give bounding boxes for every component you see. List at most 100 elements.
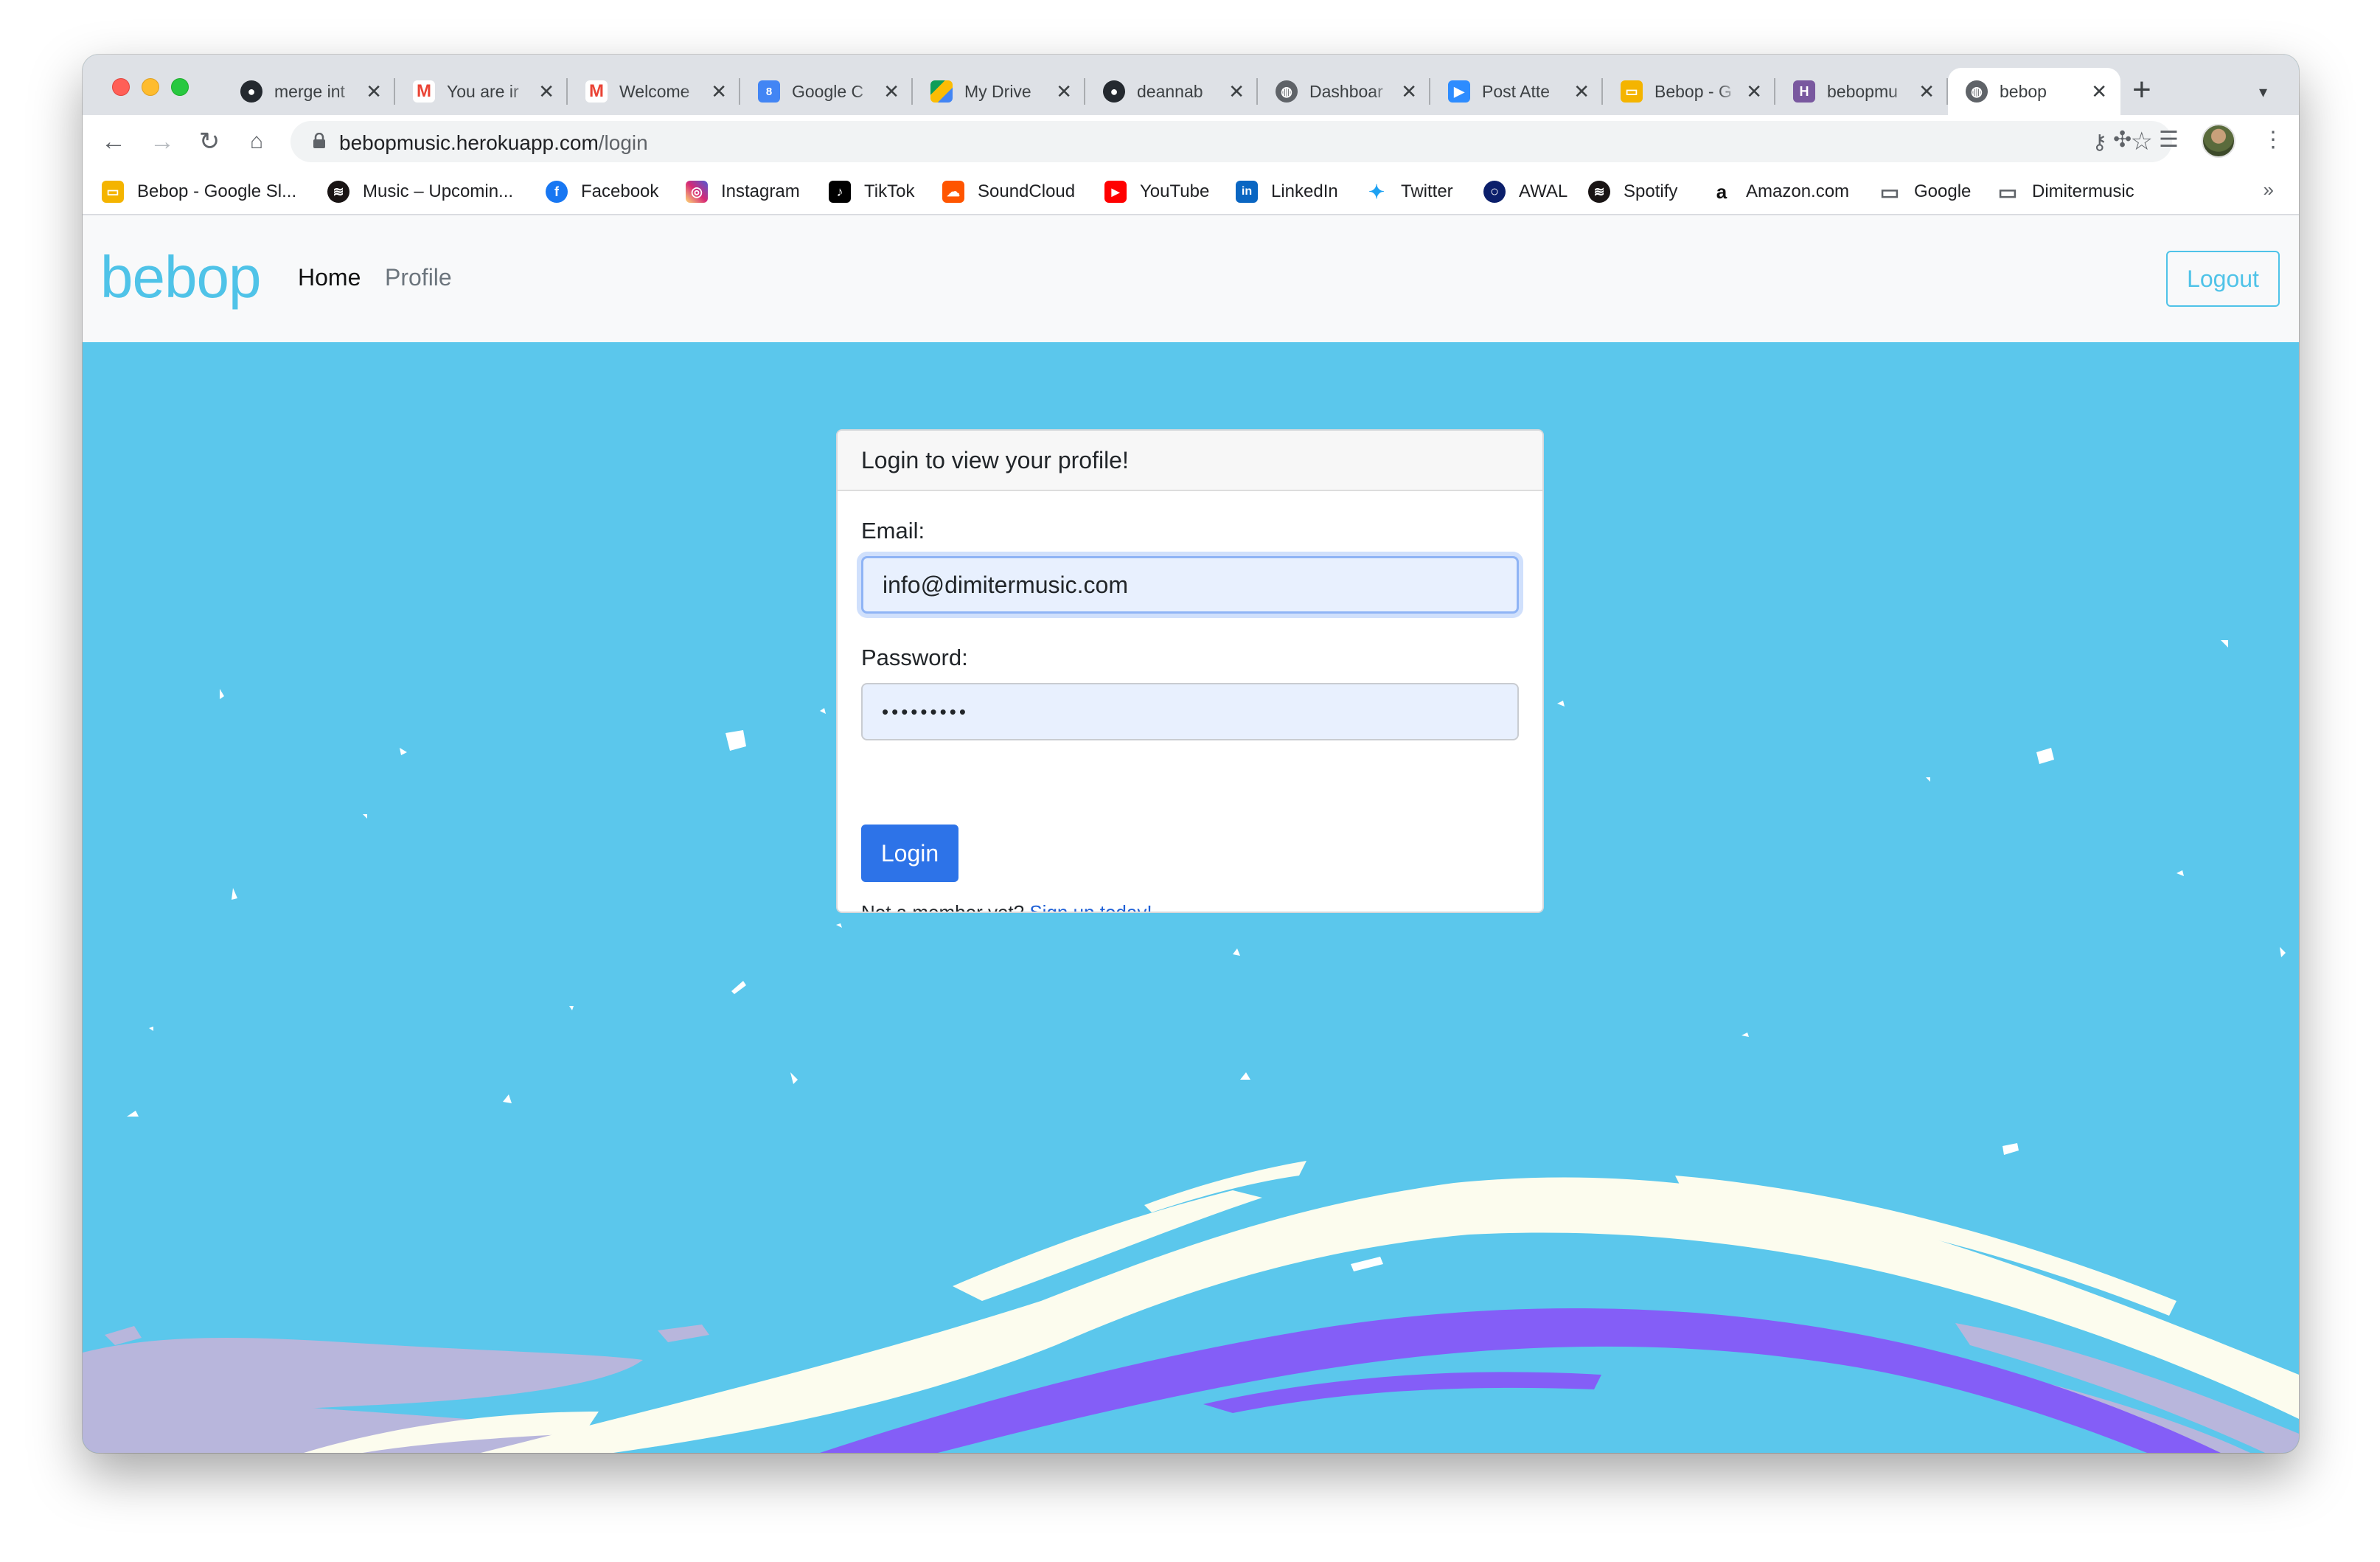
- reload-icon[interactable]: ↻: [193, 125, 226, 158]
- gmail-icon: M: [585, 80, 608, 103]
- tab-close-icon[interactable]: ✕: [1228, 82, 1245, 101]
- browser-toolbar: ← → ↻ ⌂ bebopmusic.herokuapp.com/login ⚷…: [83, 115, 2299, 168]
- maximize-window-button[interactable]: [171, 78, 189, 96]
- bookmark-label: Spotify: [1624, 181, 1678, 201]
- bookmarks-bar: ▭ Bebop - Google Sl... ≋ Music – Upcomin…: [83, 168, 2299, 215]
- bookmark-star-icon[interactable]: ☆: [2131, 127, 2153, 156]
- home-icon[interactable]: ⌂: [240, 125, 273, 158]
- browser-tab[interactable]: ▭ Bebop - G ✕: [1603, 68, 1775, 115]
- signup-prompt-text: Not a member yet?: [861, 901, 1025, 913]
- email-field[interactable]: [861, 556, 1519, 614]
- back-arrow-icon[interactable]: ←: [97, 125, 130, 158]
- tab-close-icon[interactable]: ✕: [366, 82, 382, 101]
- site-navbar: bebop Home Profile Logout: [83, 215, 2299, 342]
- browser-tab[interactable]: 8 Google C ✕: [740, 68, 913, 115]
- folder-icon: ▭: [1879, 180, 1900, 204]
- bookmark-item[interactable]: ≋ Spotify: [1588, 178, 1677, 205]
- tab-close-icon[interactable]: ✕: [1746, 82, 1762, 101]
- facebook-icon: f: [546, 181, 568, 203]
- password-field[interactable]: [861, 683, 1519, 740]
- site-logo[interactable]: bebop: [100, 248, 261, 307]
- url-domain: bebopmusic.herokuapp.com: [339, 131, 599, 154]
- bookmark-item[interactable]: f Facebook: [546, 178, 658, 205]
- bookmark-item[interactable]: ▭ Google: [1879, 178, 1972, 205]
- tab-strip: ● merge int ✕ M You are ir ✕ M Welcome ✕…: [83, 55, 2299, 115]
- bookmark-item[interactable]: ○ AWAL: [1483, 178, 1567, 205]
- browser-tab[interactable]: ▶ Post Atte ✕: [1430, 68, 1603, 115]
- url-text: bebopmusic.herokuapp.com/login: [339, 131, 648, 155]
- gmail-icon: M: [413, 80, 435, 103]
- nav-home-link[interactable]: Home: [298, 264, 361, 291]
- instagram-icon: ◎: [686, 181, 708, 203]
- tab-close-icon[interactable]: ✕: [1401, 82, 1417, 101]
- soundcloud-icon: ☁: [942, 181, 964, 203]
- signup-link[interactable]: Sign up today!: [1029, 901, 1152, 912]
- bookmark-label: Facebook: [581, 181, 659, 201]
- tab-title: bebopmu: [1827, 81, 1898, 101]
- bookmark-item[interactable]: ▶ YouTube: [1104, 178, 1209, 205]
- bookmark-label: LinkedIn: [1271, 181, 1338, 201]
- minimize-window-button[interactable]: [142, 78, 159, 96]
- bookmark-item[interactable]: ☁ SoundCloud: [942, 178, 1075, 205]
- close-window-button[interactable]: [112, 78, 130, 96]
- bookmark-item[interactable]: ◎ Instagram: [686, 178, 800, 205]
- browser-tab[interactable]: My Drive ✕: [913, 68, 1085, 115]
- address-bar[interactable]: bebopmusic.herokuapp.com/login ⚷ ☆: [290, 121, 2172, 162]
- tab-close-icon[interactable]: ✕: [538, 82, 554, 101]
- bookmark-label: Dimitermusic: [2032, 181, 2134, 201]
- extensions-puzzle-icon[interactable]: ✣: [2113, 127, 2132, 153]
- tab-title: bebop: [2000, 81, 2047, 101]
- tab-close-icon[interactable]: ✕: [711, 82, 727, 101]
- twitter-icon: ✦: [1368, 180, 1385, 203]
- tab-search-chevron-icon[interactable]: ▾: [2259, 83, 2267, 102]
- browser-tab[interactable]: M You are ir ✕: [395, 68, 568, 115]
- tab-close-icon[interactable]: ✕: [1573, 82, 1590, 101]
- tab-title: merge int: [274, 81, 345, 101]
- browser-tab-active[interactable]: ◍ bebop ✕: [1948, 68, 2120, 115]
- tab-title: You are ir: [447, 81, 519, 101]
- google-drive-icon: [930, 80, 953, 103]
- bookmark-item[interactable]: ▭ Bebop - Google Sl...: [102, 178, 296, 205]
- url-path: /login: [598, 131, 648, 154]
- browser-window: ● merge int ✕ M You are ir ✕ M Welcome ✕…: [83, 55, 2299, 1453]
- bookmark-label: AWAL: [1519, 181, 1568, 201]
- new-tab-button[interactable]: +: [2132, 74, 2151, 106]
- browser-tab[interactable]: ● merge int ✕: [223, 68, 395, 115]
- bookmark-label: SoundCloud: [978, 181, 1076, 201]
- bookmark-item[interactable]: a Amazon.com: [1711, 178, 1849, 205]
- tiktok-icon: ♪: [829, 181, 851, 203]
- bookmark-label: Bebop - Google Sl...: [137, 181, 297, 201]
- nav-profile-link[interactable]: Profile: [385, 264, 452, 291]
- browser-tab[interactable]: ● deannab ✕: [1085, 68, 1258, 115]
- bookmark-item[interactable]: ▭ Dimitermusic: [1997, 178, 2134, 205]
- tab-close-icon[interactable]: ✕: [1918, 82, 1935, 101]
- login-card: Login to view your profile! Email: Passw…: [836, 429, 1544, 913]
- logout-button[interactable]: Logout: [2166, 251, 2280, 307]
- login-card-header: Login to view your profile!: [838, 431, 1542, 491]
- bookmark-item[interactable]: ✦ Twitter: [1365, 178, 1453, 205]
- page-content: Login to view your profile! Email: Passw…: [83, 342, 2299, 1453]
- bookmark-label: Google: [1914, 181, 1972, 201]
- forward-arrow-icon[interactable]: →: [146, 125, 178, 158]
- profile-avatar[interactable]: [2202, 124, 2235, 158]
- spotify-icon: ≋: [1588, 181, 1610, 203]
- browser-menu-icon[interactable]: ⋮: [2262, 127, 2284, 153]
- bookmark-item[interactable]: ≋ Music – Upcomin...: [327, 178, 513, 205]
- google-slides-icon: ▭: [1621, 80, 1643, 103]
- bookmark-item[interactable]: ♪ TikTok: [829, 178, 914, 205]
- browser-tab[interactable]: H bebopmu ✕: [1775, 68, 1948, 115]
- login-button[interactable]: Login: [861, 825, 958, 882]
- bookmarks-overflow-icon[interactable]: »: [2264, 178, 2274, 201]
- bookmark-item[interactable]: in LinkedIn: [1236, 178, 1338, 205]
- awal-icon: ○: [1483, 181, 1506, 203]
- media-controls-icon[interactable]: ☰: [2159, 127, 2179, 153]
- tab-close-icon[interactable]: ✕: [883, 82, 900, 101]
- folder-icon: ▭: [1997, 180, 2018, 204]
- tab-close-icon[interactable]: ✕: [2091, 82, 2107, 101]
- browser-tab[interactable]: ◍ Dashboar ✕: [1258, 68, 1430, 115]
- email-label: Email:: [861, 518, 925, 544]
- tab-close-icon[interactable]: ✕: [1056, 82, 1072, 101]
- google-slides-icon: ▭: [102, 181, 124, 203]
- browser-tab[interactable]: M Welcome ✕: [568, 68, 740, 115]
- key-icon[interactable]: ⚷: [2092, 130, 2107, 154]
